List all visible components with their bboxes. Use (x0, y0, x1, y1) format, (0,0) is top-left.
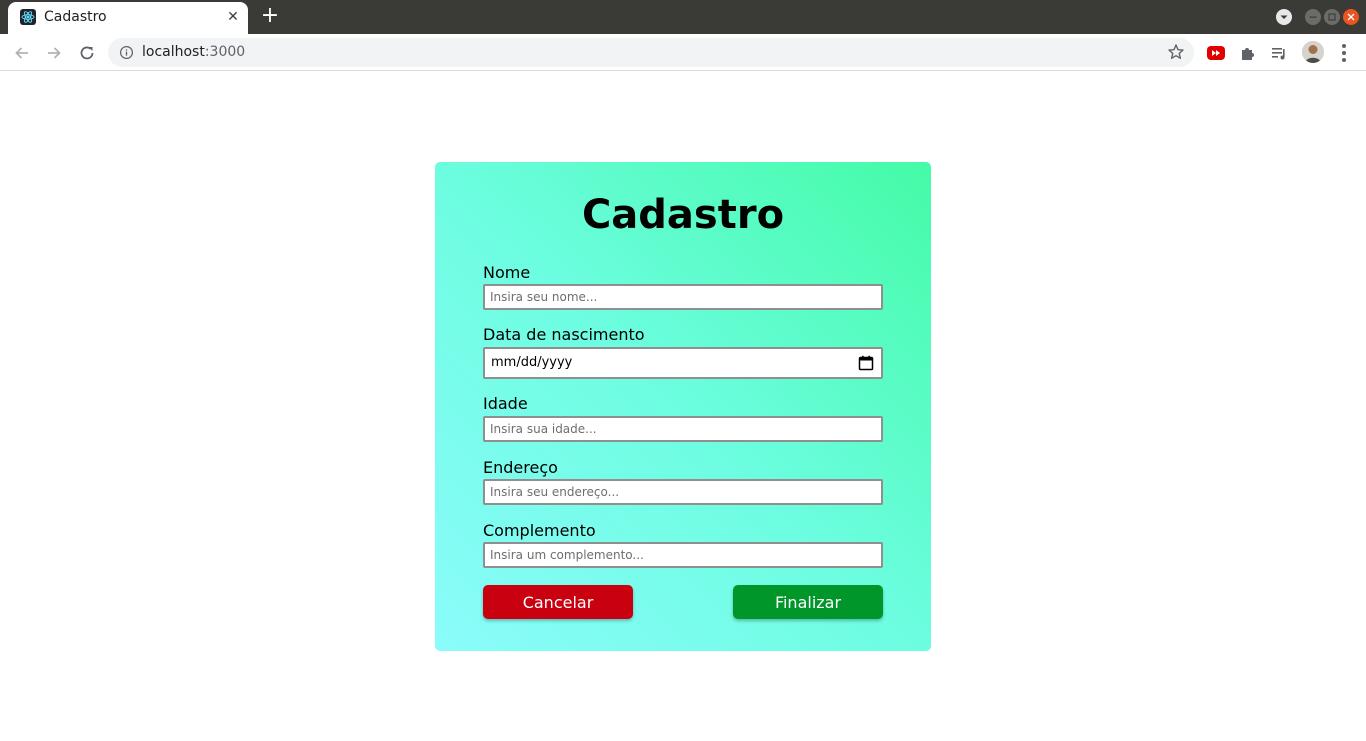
media-queue-icon[interactable] (1269, 43, 1289, 63)
complement-label: Complemento (483, 521, 596, 540)
browser-tab-bar: Cadastro ✕ + (0, 0, 1366, 34)
finish-button[interactable]: Finalizar (733, 585, 883, 619)
url-host: localhost (142, 44, 205, 60)
address-bar[interactable]: localhost:3000 (108, 38, 1194, 67)
name-label: Nome (483, 263, 531, 282)
react-icon (20, 9, 36, 25)
birthdate-placeholder: mm/dd/yyyy (491, 355, 573, 370)
forward-arrow-icon[interactable] (42, 41, 66, 65)
star-icon[interactable] (1167, 43, 1185, 61)
cancel-button[interactable]: Cancelar (483, 585, 633, 619)
browser-toolbar: localhost:3000 (0, 34, 1366, 71)
tab-title: Cadastro (44, 9, 107, 25)
tab-search-icon[interactable] (1276, 9, 1292, 25)
age-label: Idade (483, 394, 528, 413)
birthdate-label: Data de nascimento (483, 325, 645, 344)
info-icon[interactable] (119, 45, 134, 60)
url-text: localhost:3000 (142, 44, 245, 60)
calendar-icon[interactable] (858, 355, 874, 371)
tab-close-icon[interactable]: ✕ (224, 8, 242, 26)
puzzle-extensions-icon[interactable] (1238, 43, 1258, 63)
birthdate-input[interactable]: mm/dd/yyyy (483, 347, 883, 379)
address-label: Endereço (483, 458, 558, 477)
page-title: Cadastro (581, 192, 785, 238)
back-arrow-icon[interactable] (10, 41, 34, 65)
new-tab-icon[interactable]: + (259, 5, 281, 28)
browser-menu-icon[interactable] (1336, 42, 1352, 64)
name-input[interactable] (483, 284, 883, 310)
url-port: :3000 (204, 44, 246, 60)
age-input[interactable] (483, 416, 883, 442)
address-input[interactable] (483, 479, 883, 505)
complement-input[interactable] (483, 542, 883, 568)
window-maximize-icon[interactable] (1324, 9, 1340, 25)
youtube-extension-icon[interactable] (1206, 43, 1226, 63)
browser-tab[interactable]: Cadastro ✕ (8, 2, 248, 34)
window-minimize-icon[interactable] (1305, 9, 1321, 25)
profile-avatar[interactable] (1302, 41, 1324, 63)
registration-card: Cadastro Nome Data de nascimento mm/dd/y… (435, 162, 931, 651)
reload-icon[interactable] (75, 41, 99, 65)
window-close-icon[interactable] (1343, 9, 1359, 25)
